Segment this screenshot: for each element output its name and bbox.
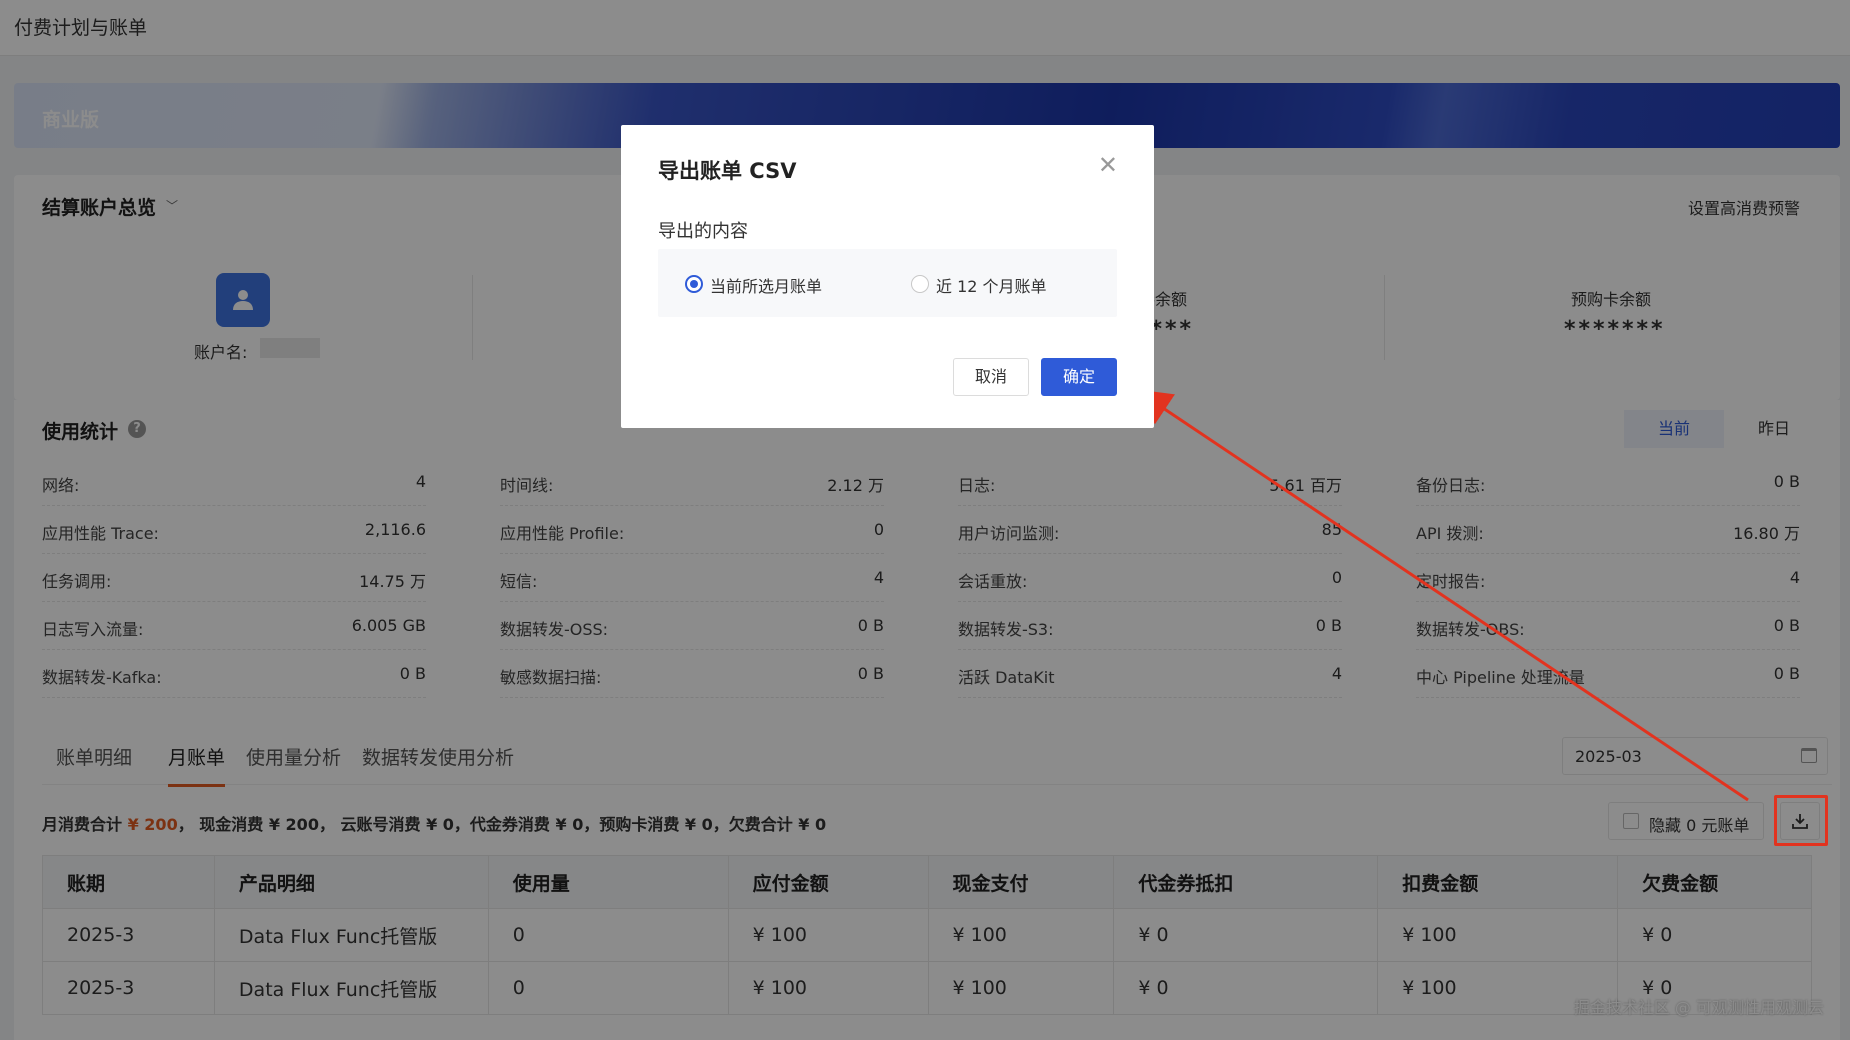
option-current-month-label[interactable]: 当前所选月账单 bbox=[710, 273, 822, 297]
radio-last-12-months[interactable] bbox=[911, 275, 929, 293]
cancel-button[interactable]: 取消 bbox=[953, 358, 1029, 396]
dialog-section-label: 导出的内容 bbox=[658, 221, 748, 242]
confirm-button[interactable]: 确定 bbox=[1041, 358, 1117, 396]
close-icon[interactable]: ✕ bbox=[1098, 153, 1118, 177]
export-options: 当前所选月账单 近 12 个月账单 bbox=[658, 249, 1117, 317]
radio-current-month[interactable] bbox=[685, 275, 703, 293]
dialog-title: 导出账单 CSV bbox=[658, 159, 797, 183]
annotation-highlight-box bbox=[1774, 795, 1828, 846]
export-csv-dialog: 导出账单 CSV ✕ 导出的内容 当前所选月账单 近 12 个月账单 取消 确定 bbox=[621, 125, 1154, 428]
option-last-12-months-label[interactable]: 近 12 个月账单 bbox=[936, 273, 1047, 297]
